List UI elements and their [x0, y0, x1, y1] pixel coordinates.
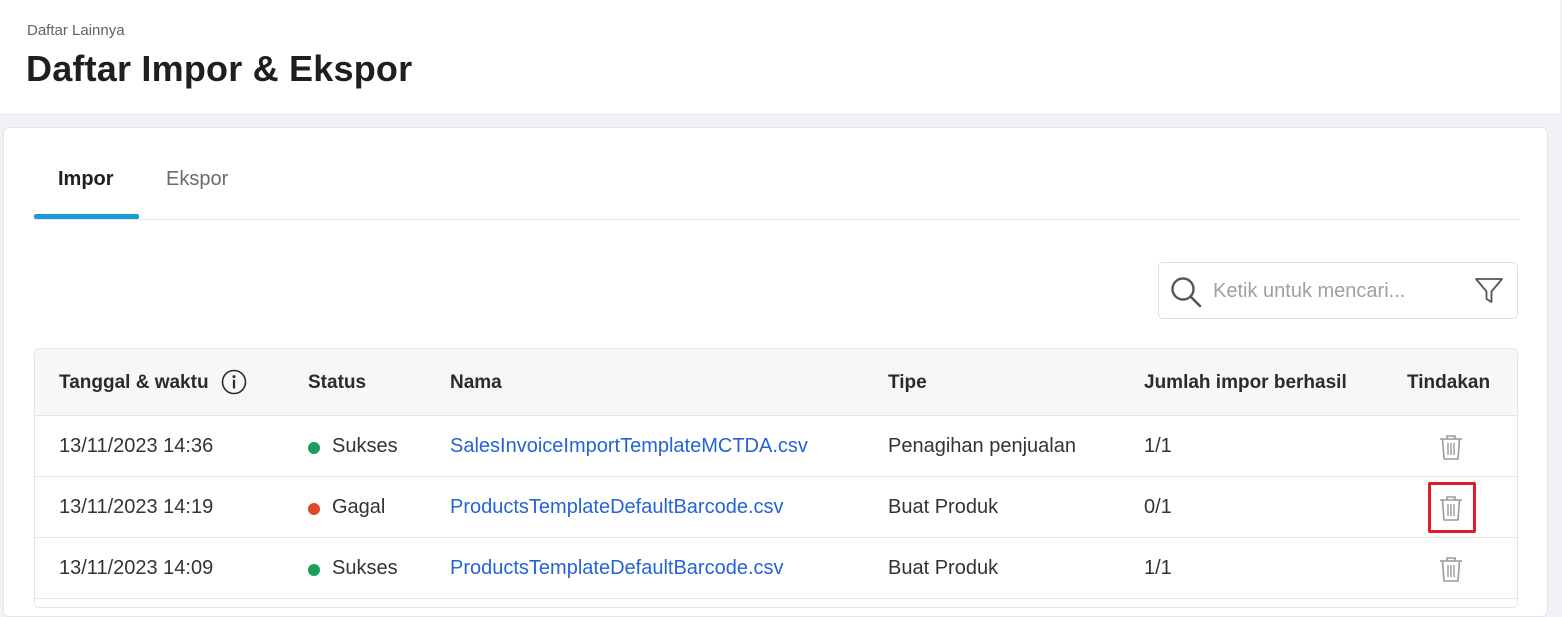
- search-icon: [1171, 277, 1202, 308]
- table-header: Tanggal & waktu Status Nama Tipe Jumlah …: [35, 349, 1517, 416]
- success-count-cell: 1/1: [1144, 557, 1172, 579]
- column-header-name[interactable]: Nama: [450, 372, 502, 394]
- type-cell: Penagihan penjualan: [888, 435, 1076, 457]
- datetime-cell: 13/11/2023 14:36: [59, 435, 214, 457]
- status-dot-success: [308, 564, 320, 576]
- file-name-link[interactable]: ProductsTemplateDefaultBarcode.csv: [450, 557, 784, 580]
- table-row: 13/11/2023 14:36 Sukses SalesInvoiceImpo…: [35, 416, 1517, 477]
- success-count-cell: 1/1: [1144, 435, 1172, 457]
- trash-icon[interactable]: [1436, 432, 1466, 462]
- status-cell: Sukses: [332, 557, 398, 579]
- file-name-link[interactable]: SalesInvoiceImportTemplateMCTDA.csv: [450, 435, 808, 458]
- tab-bar: Impor Ekspor: [34, 128, 1520, 220]
- datetime-cell: 13/11/2023 14:19: [59, 496, 214, 518]
- filter-icon[interactable]: [1473, 275, 1505, 307]
- tab-impor[interactable]: Impor: [58, 168, 114, 191]
- status-dot-success: [308, 442, 320, 454]
- column-header-success-count[interactable]: Jumlah impor berhasil: [1144, 372, 1347, 394]
- trash-icon[interactable]: [1436, 554, 1466, 584]
- page-title: Daftar Impor & Ekspor: [26, 48, 413, 89]
- table-row: 13/11/2023 14:09 Sukses ProductsTemplate…: [35, 538, 1517, 599]
- column-header-actions: Tindakan: [1407, 372, 1491, 393]
- status-dot-failed: [308, 503, 320, 515]
- trash-icon[interactable]: [1436, 493, 1466, 523]
- tab-ekspor[interactable]: Ekspor: [166, 168, 228, 191]
- type-cell: Buat Produk: [888, 496, 999, 518]
- content-card: Impor Ekspor Tanggal & waktu Status Nama…: [3, 127, 1548, 617]
- status-cell: Gagal: [332, 496, 386, 518]
- search-input[interactable]: [1213, 277, 1453, 305]
- column-header-type[interactable]: Tipe: [888, 372, 927, 394]
- status-cell: Sukses: [332, 435, 398, 457]
- info-icon[interactable]: [221, 369, 247, 395]
- table-row: 13/11/2023 14:19 Gagal ProductsTemplateD…: [35, 477, 1517, 538]
- file-name-link[interactable]: ProductsTemplateDefaultBarcode.csv: [450, 496, 784, 519]
- breadcrumb[interactable]: Daftar Lainnya: [27, 22, 125, 39]
- search-box: [1158, 262, 1518, 319]
- page-header: Daftar Lainnya Daftar Impor & Ekspor: [0, 0, 1560, 115]
- active-tab-indicator: [34, 214, 139, 219]
- import-table: Tanggal & waktu Status Nama Tipe Jumlah …: [34, 348, 1518, 608]
- success-count-cell: 0/1: [1144, 496, 1172, 518]
- datetime-cell: 13/11/2023 14:09: [59, 557, 214, 579]
- column-header-datetime[interactable]: Tanggal & waktu: [59, 372, 209, 394]
- type-cell: Buat Produk: [888, 557, 999, 579]
- column-header-status[interactable]: Status: [308, 372, 366, 394]
